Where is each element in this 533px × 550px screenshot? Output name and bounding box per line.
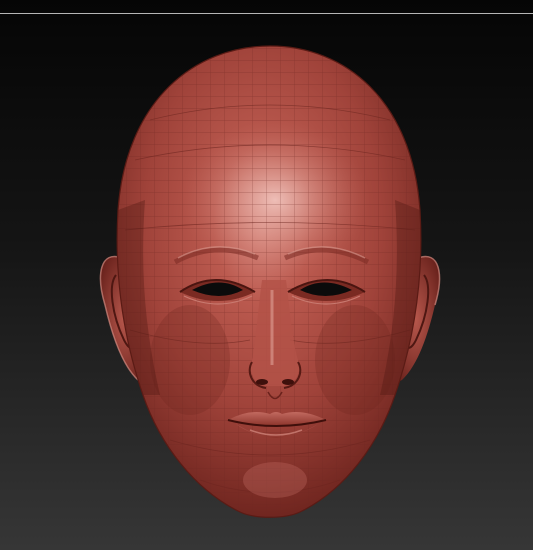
chin [243, 462, 307, 498]
head-sculpt-model[interactable] [0, 0, 533, 550]
3d-viewport[interactable] [0, 0, 533, 550]
